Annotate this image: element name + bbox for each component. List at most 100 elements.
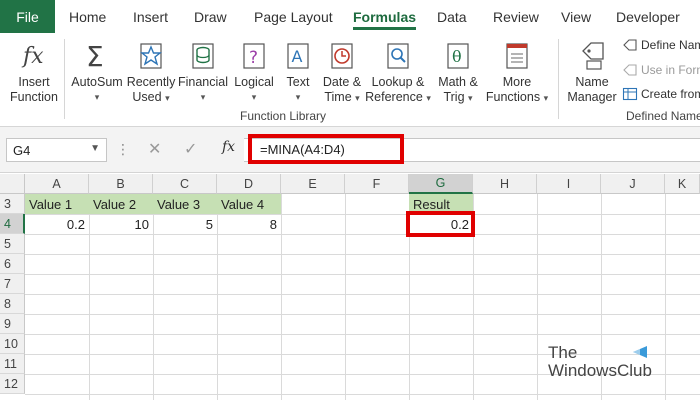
use-in-formula-icon (622, 63, 638, 77)
row-header-6[interactable]: 6 (0, 254, 25, 274)
math-trig-button[interactable]: θ Math & Trig ▾ (434, 37, 482, 106)
lookup-reference-button[interactable]: Lookup & Reference ▾ (365, 37, 431, 106)
more-functions-button[interactable]: More Functions ▾ (484, 37, 550, 106)
chevron-down-icon: ▾ (543, 93, 549, 103)
tab-file[interactable]: File (0, 0, 55, 33)
column-header-h[interactable]: H (473, 174, 537, 194)
gridline (25, 274, 700, 275)
select-all-corner[interactable] (0, 174, 25, 194)
gridline (25, 254, 700, 255)
row-header-9[interactable]: 9 (0, 314, 25, 334)
defined-names-label: Defined Names (626, 109, 700, 123)
autosum-button[interactable]: Σ AutoSum ▾ (69, 37, 125, 105)
svg-text:fx: fx (21, 44, 44, 69)
cancel-icon[interactable]: ✕ (148, 139, 161, 159)
svg-text:θ: θ (452, 47, 462, 66)
row-header-5[interactable]: 5 (0, 234, 25, 254)
column-header-d[interactable]: D (217, 174, 281, 194)
column-header-g[interactable]: G (409, 174, 473, 194)
enter-check-icon[interactable]: ✓ (184, 139, 197, 159)
result-highlight-box (406, 211, 475, 237)
column-header-i[interactable]: I (537, 174, 601, 194)
name-tag-icon (577, 37, 607, 73)
column-header-b[interactable]: B (89, 174, 153, 194)
name-box[interactable]: G4 ▼ (6, 138, 107, 162)
row-header-11[interactable]: 11 (0, 354, 25, 374)
date-time-button[interactable]: Date & Time ▾ (318, 37, 366, 106)
text-button[interactable]: A Text ▾ (282, 37, 314, 105)
svg-text:Σ: Σ (86, 40, 104, 71)
column-header-f[interactable]: F (345, 174, 409, 194)
tab-view[interactable]: View (561, 0, 591, 33)
chevron-down-icon: ▾ (355, 93, 360, 103)
chevron-down-icon: ▾ (251, 92, 257, 102)
row-header-8[interactable]: 8 (0, 294, 25, 314)
row-header-10[interactable]: 10 (0, 334, 25, 354)
insert-function-button[interactable]: fx Insert Function (8, 37, 60, 105)
ribbon: fx Insert Function Σ AutoSum ▾ Recently … (0, 33, 700, 127)
tab-insert[interactable]: Insert (133, 0, 168, 33)
gridline (665, 194, 666, 400)
gridline (25, 294, 700, 295)
tab-data[interactable]: Data (437, 0, 467, 33)
cell-a4[interactable]: 0.2 (25, 214, 89, 234)
row-header-12[interactable]: 12 (0, 374, 25, 394)
chevron-down-icon: ▾ (200, 92, 206, 102)
cell-b4[interactable]: 10 (89, 214, 153, 234)
create-from-selection-button[interactable]: Create from (622, 87, 700, 101)
gridline (345, 194, 346, 400)
tab-draw[interactable]: Draw (194, 0, 227, 33)
gridline (25, 234, 700, 235)
cell-d3[interactable]: Value 4 (217, 194, 281, 214)
column-header-c[interactable]: C (153, 174, 217, 194)
cell-d4[interactable]: 8 (217, 214, 281, 234)
insert-function-icon[interactable]: fx (222, 139, 235, 155)
clock-icon (329, 37, 355, 73)
chevron-down-icon: ▾ (94, 92, 100, 102)
name-manager-button[interactable]: Name Manager (566, 37, 618, 105)
tab-developer[interactable]: Developer (616, 0, 680, 33)
menu-bar: File Home Insert Draw Page Layout Formul… (0, 0, 700, 33)
tag-icon (622, 38, 638, 52)
gridline (25, 394, 700, 395)
table-icon (622, 87, 638, 101)
more-functions-icon (504, 37, 530, 73)
cell-c3[interactable]: Value 3 (153, 194, 217, 214)
logical-button[interactable]: ? Logical ▾ (232, 37, 276, 105)
coins-icon (190, 37, 216, 73)
row-header-7[interactable]: 7 (0, 274, 25, 294)
financial-button[interactable]: Financial ▾ (178, 37, 228, 105)
chevron-down-icon: ▾ (468, 93, 473, 103)
gridline (25, 314, 700, 315)
tab-formulas[interactable]: Formulas (353, 0, 417, 33)
column-header-j[interactable]: J (601, 174, 665, 194)
use-in-formula-button[interactable]: Use in Form (622, 63, 700, 77)
gridline (537, 194, 538, 400)
chevron-down-icon[interactable]: ▼ (90, 143, 100, 154)
column-header-a[interactable]: A (25, 174, 89, 194)
tab-home[interactable]: Home (69, 0, 106, 33)
chevron-down-icon: ▾ (295, 92, 301, 102)
gridline (25, 334, 700, 335)
svg-text:?: ? (249, 48, 258, 68)
star-icon (138, 37, 164, 73)
row-header-4[interactable]: 4 (0, 214, 25, 234)
theta-icon: θ (445, 37, 471, 73)
ribbon-separator (558, 39, 559, 119)
define-name-button[interactable]: Define Nam (622, 38, 700, 52)
tab-page-layout[interactable]: Page Layout (254, 0, 333, 33)
text-a-icon: A (285, 37, 311, 73)
svg-text:A: A (292, 47, 303, 66)
column-header-e[interactable]: E (281, 174, 345, 194)
cell-a3[interactable]: Value 1 (25, 194, 89, 214)
recently-used-button[interactable]: Recently Used ▾ (127, 37, 175, 106)
chevron-down-icon: ▾ (426, 93, 431, 103)
tab-review[interactable]: Review (493, 0, 539, 33)
windows-logo-icon (633, 346, 647, 358)
row-header-3[interactable]: 3 (0, 194, 25, 214)
column-header-k[interactable]: K (665, 174, 700, 194)
formula-bar-splitter[interactable]: ⋮ (116, 141, 130, 158)
cell-b3[interactable]: Value 2 (89, 194, 153, 214)
gridline (281, 194, 282, 400)
cell-c4[interactable]: 5 (153, 214, 217, 234)
